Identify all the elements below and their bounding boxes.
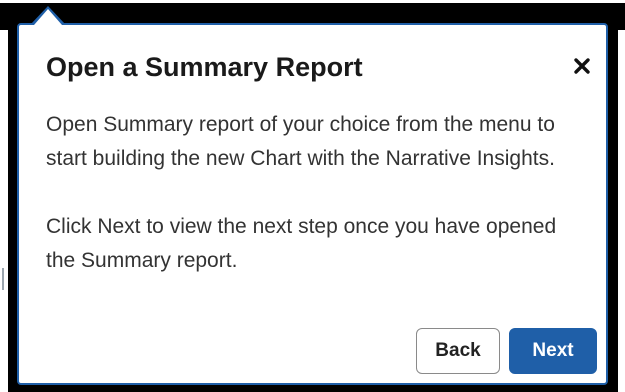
back-button[interactable]: Back xyxy=(416,328,500,374)
close-icon xyxy=(574,58,590,74)
popover-paragraph-1: Open Summary report of your choice from … xyxy=(46,113,555,170)
close-button[interactable] xyxy=(568,52,596,80)
popover-paragraph-2: Click Next to view the next step once yo… xyxy=(46,215,557,272)
screen: Open a Summary Report Open Summary repor… xyxy=(0,0,625,392)
next-button[interactable]: Next xyxy=(509,328,597,374)
background-left-edge xyxy=(0,30,8,392)
popover-title: Open a Summary Report xyxy=(46,52,363,82)
popover-arrow-fill xyxy=(34,9,62,25)
background-right-edge xyxy=(618,30,625,392)
popover-body: Open Summary report of your choice from … xyxy=(46,108,586,278)
background-marker xyxy=(2,268,4,290)
background-strip xyxy=(0,0,625,3)
